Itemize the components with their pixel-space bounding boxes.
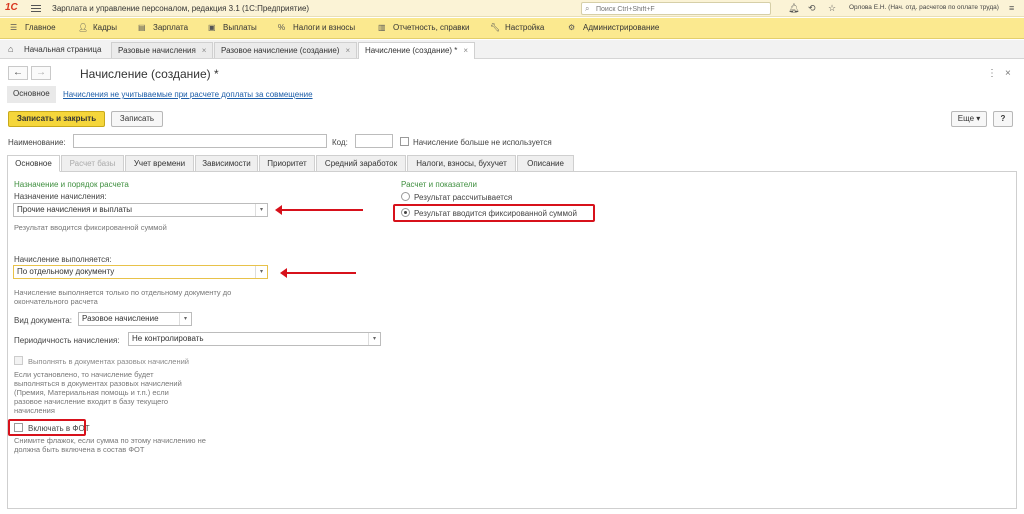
percent-icon: %	[278, 23, 286, 32]
back-button[interactable]: ←	[8, 66, 28, 80]
tab-main[interactable]: Основное	[7, 155, 60, 172]
purpose-group-title: Назначение и порядок расчета	[14, 180, 129, 189]
app-title: Зарплата и управление персоналом, редакц…	[52, 4, 310, 13]
arrow-performed	[280, 268, 356, 278]
tab-base-calculation[interactable]: Расчет базы	[61, 155, 124, 172]
performed-hint-line-2: окончательного расчета	[14, 297, 98, 306]
radio-calculated-label: Результат рассчитывается	[414, 193, 513, 202]
close-icon[interactable]: ×	[202, 46, 207, 55]
star-icon[interactable]: ☆	[828, 3, 836, 14]
calculator-icon: ▤	[138, 23, 146, 32]
performed-select[interactable]: По отдельному документу ▾	[13, 265, 268, 279]
tab-onetime-accruals[interactable]: Разовые начисления ×	[111, 42, 214, 58]
save-and-close-button[interactable]: Записать и закрыть	[8, 111, 105, 127]
onetime-hint-line: Если установлено, то начисление будет	[14, 370, 154, 379]
tab-description[interactable]: Описание	[517, 155, 574, 172]
title-bar: 1С Зарплата и управление персоналом, ред…	[0, 0, 1024, 17]
periodicity-label: Периодичность начисления:	[14, 336, 120, 345]
onetime-docs-label: Выполнять в документах разовых начислени…	[28, 357, 189, 366]
help-button[interactable]: ?	[993, 111, 1013, 127]
section-administration[interactable]: ⚙ Администрирование	[568, 23, 659, 32]
onetime-hint-line: (Премия, Материальная помощь и т.п.) есл…	[14, 388, 169, 397]
performed-label: Начисление выполняется:	[14, 255, 112, 264]
search-icon: ⌕	[585, 4, 590, 13]
chevron-down-icon[interactable]: ▾	[368, 333, 380, 345]
tab-home[interactable]: Начальная страница	[18, 42, 107, 58]
periodicity-select[interactable]: Не контролировать ▾	[128, 332, 381, 346]
purpose-hint: Результат вводится фиксированной суммой	[14, 223, 167, 232]
fot-hint-line: должна быть включена в состав ФОТ	[14, 445, 145, 454]
close-icon[interactable]: ×	[463, 46, 468, 55]
close-icon[interactable]: ×	[345, 46, 350, 55]
reports-icon: ▥	[378, 23, 386, 32]
search-input[interactable]	[596, 4, 766, 14]
menu-icon: ☰	[10, 23, 18, 32]
chevron-down-icon[interactable]: ▾	[255, 204, 267, 216]
section-salary[interactable]: ▤ Зарплата	[138, 23, 188, 32]
section-payments[interactable]: ▣ Выплаты	[208, 23, 257, 32]
radio-calculated[interactable]	[401, 192, 410, 201]
tab-onetime-accrual-create[interactable]: Разовое начисление (создание) ×	[214, 42, 358, 58]
section-settings[interactable]: 🔧︎ Настройка	[490, 23, 544, 32]
app-logo: 1С	[5, 2, 18, 13]
chevron-down-icon[interactable]: ▾	[255, 266, 267, 278]
section-main[interactable]: ☰ Главное	[10, 23, 56, 32]
highlight-fixed-sum	[393, 204, 595, 222]
admin-icon: ⚙	[568, 23, 576, 32]
open-windows-bar: ⌂ Начальная страница Разовые начисления ×…	[0, 40, 1024, 59]
arrow-purpose	[275, 205, 363, 215]
calc-group-title: Расчет и показатели	[401, 180, 478, 189]
global-search[interactable]: ⌕	[581, 2, 771, 15]
not-used-checkbox[interactable]	[400, 137, 409, 146]
onetime-hint-line: выполняться в документах разовых начисле…	[14, 379, 182, 388]
onetime-docs-checkbox[interactable]	[14, 356, 23, 365]
history-icon[interactable]: ⟲	[808, 3, 816, 14]
tab-dependencies[interactable]: Зависимости	[195, 155, 258, 172]
performed-hint-line-1: Начисление выполняется только по отдельн…	[14, 288, 232, 297]
current-user[interactable]: Орлова Е.Н. (Нач. отд. расчетов по оплат…	[849, 4, 999, 11]
inner-tabs: Основное Расчет базы Учет времени Зависи…	[7, 155, 1017, 172]
tab-time-accounting[interactable]: Учет времени	[125, 155, 194, 172]
tab-taxes[interactable]: Налоги, взносы, бухучет	[407, 155, 516, 172]
tab-priority[interactable]: Приоритет	[259, 155, 315, 172]
wallet-icon: ▣	[208, 23, 216, 32]
people-icon: 👤︎	[78, 23, 89, 32]
name-input[interactable]	[73, 134, 327, 148]
bell-icon[interactable]: 🔔︎	[788, 3, 799, 14]
close-form-icon[interactable]: ×	[1005, 68, 1011, 79]
doc-type-select[interactable]: Разовое начисление ▾	[78, 312, 192, 326]
page-title: Начисление (создание) *	[80, 67, 219, 81]
home-icon: ⌂	[8, 44, 14, 54]
tab-accrual-create[interactable]: Начисление (создание) * ×	[358, 42, 476, 59]
more-menu-icon[interactable]: ⋮	[987, 68, 997, 79]
not-used-label: Начисление больше не используется	[413, 138, 552, 147]
chevron-down-icon: ▾	[976, 114, 981, 123]
wrench-icon: 🔧︎	[490, 23, 501, 32]
purpose-select[interactable]: Прочие начисления и выплаты ▾	[13, 203, 268, 217]
code-label: Код:	[332, 138, 348, 147]
onetime-hint-line: начисления	[14, 406, 55, 415]
code-input[interactable]	[355, 134, 393, 148]
onetime-hint-line: разовое начисление входит в базу текущег…	[14, 397, 169, 406]
tab-average-earnings[interactable]: Средний заработок	[316, 155, 406, 172]
sections-panel: ☰ Главное 👤︎ Кадры ▤ Зарплата ▣ Выплаты % Нал…	[0, 18, 1024, 39]
chevron-down-icon[interactable]: ▾	[179, 313, 191, 325]
save-button[interactable]: Записать	[111, 111, 163, 127]
section-taxes[interactable]: % Налоги и взносы	[278, 23, 355, 32]
subnav-main[interactable]: Основное	[7, 86, 56, 103]
name-label: Наименование:	[8, 138, 66, 147]
purpose-label: Назначение начисления:	[14, 192, 107, 201]
section-personnel[interactable]: 👤︎ Кадры	[78, 23, 117, 32]
more-button[interactable]: Еще ▾	[951, 111, 987, 127]
forward-button[interactable]: →	[31, 66, 51, 80]
window-menu-icon[interactable]: ≡	[1009, 3, 1014, 13]
section-reports[interactable]: ▥ Отчетность, справки	[378, 23, 470, 32]
main-menu-icon[interactable]	[31, 3, 41, 13]
subnav-link-combination[interactable]: Начисления не учитываемые при расчете до…	[63, 90, 313, 99]
highlight-include-fot	[8, 419, 86, 436]
doc-type-label: Вид документа:	[14, 316, 72, 325]
fot-hint-line: Снимите флажок, если сумма по этому начи…	[14, 436, 206, 445]
